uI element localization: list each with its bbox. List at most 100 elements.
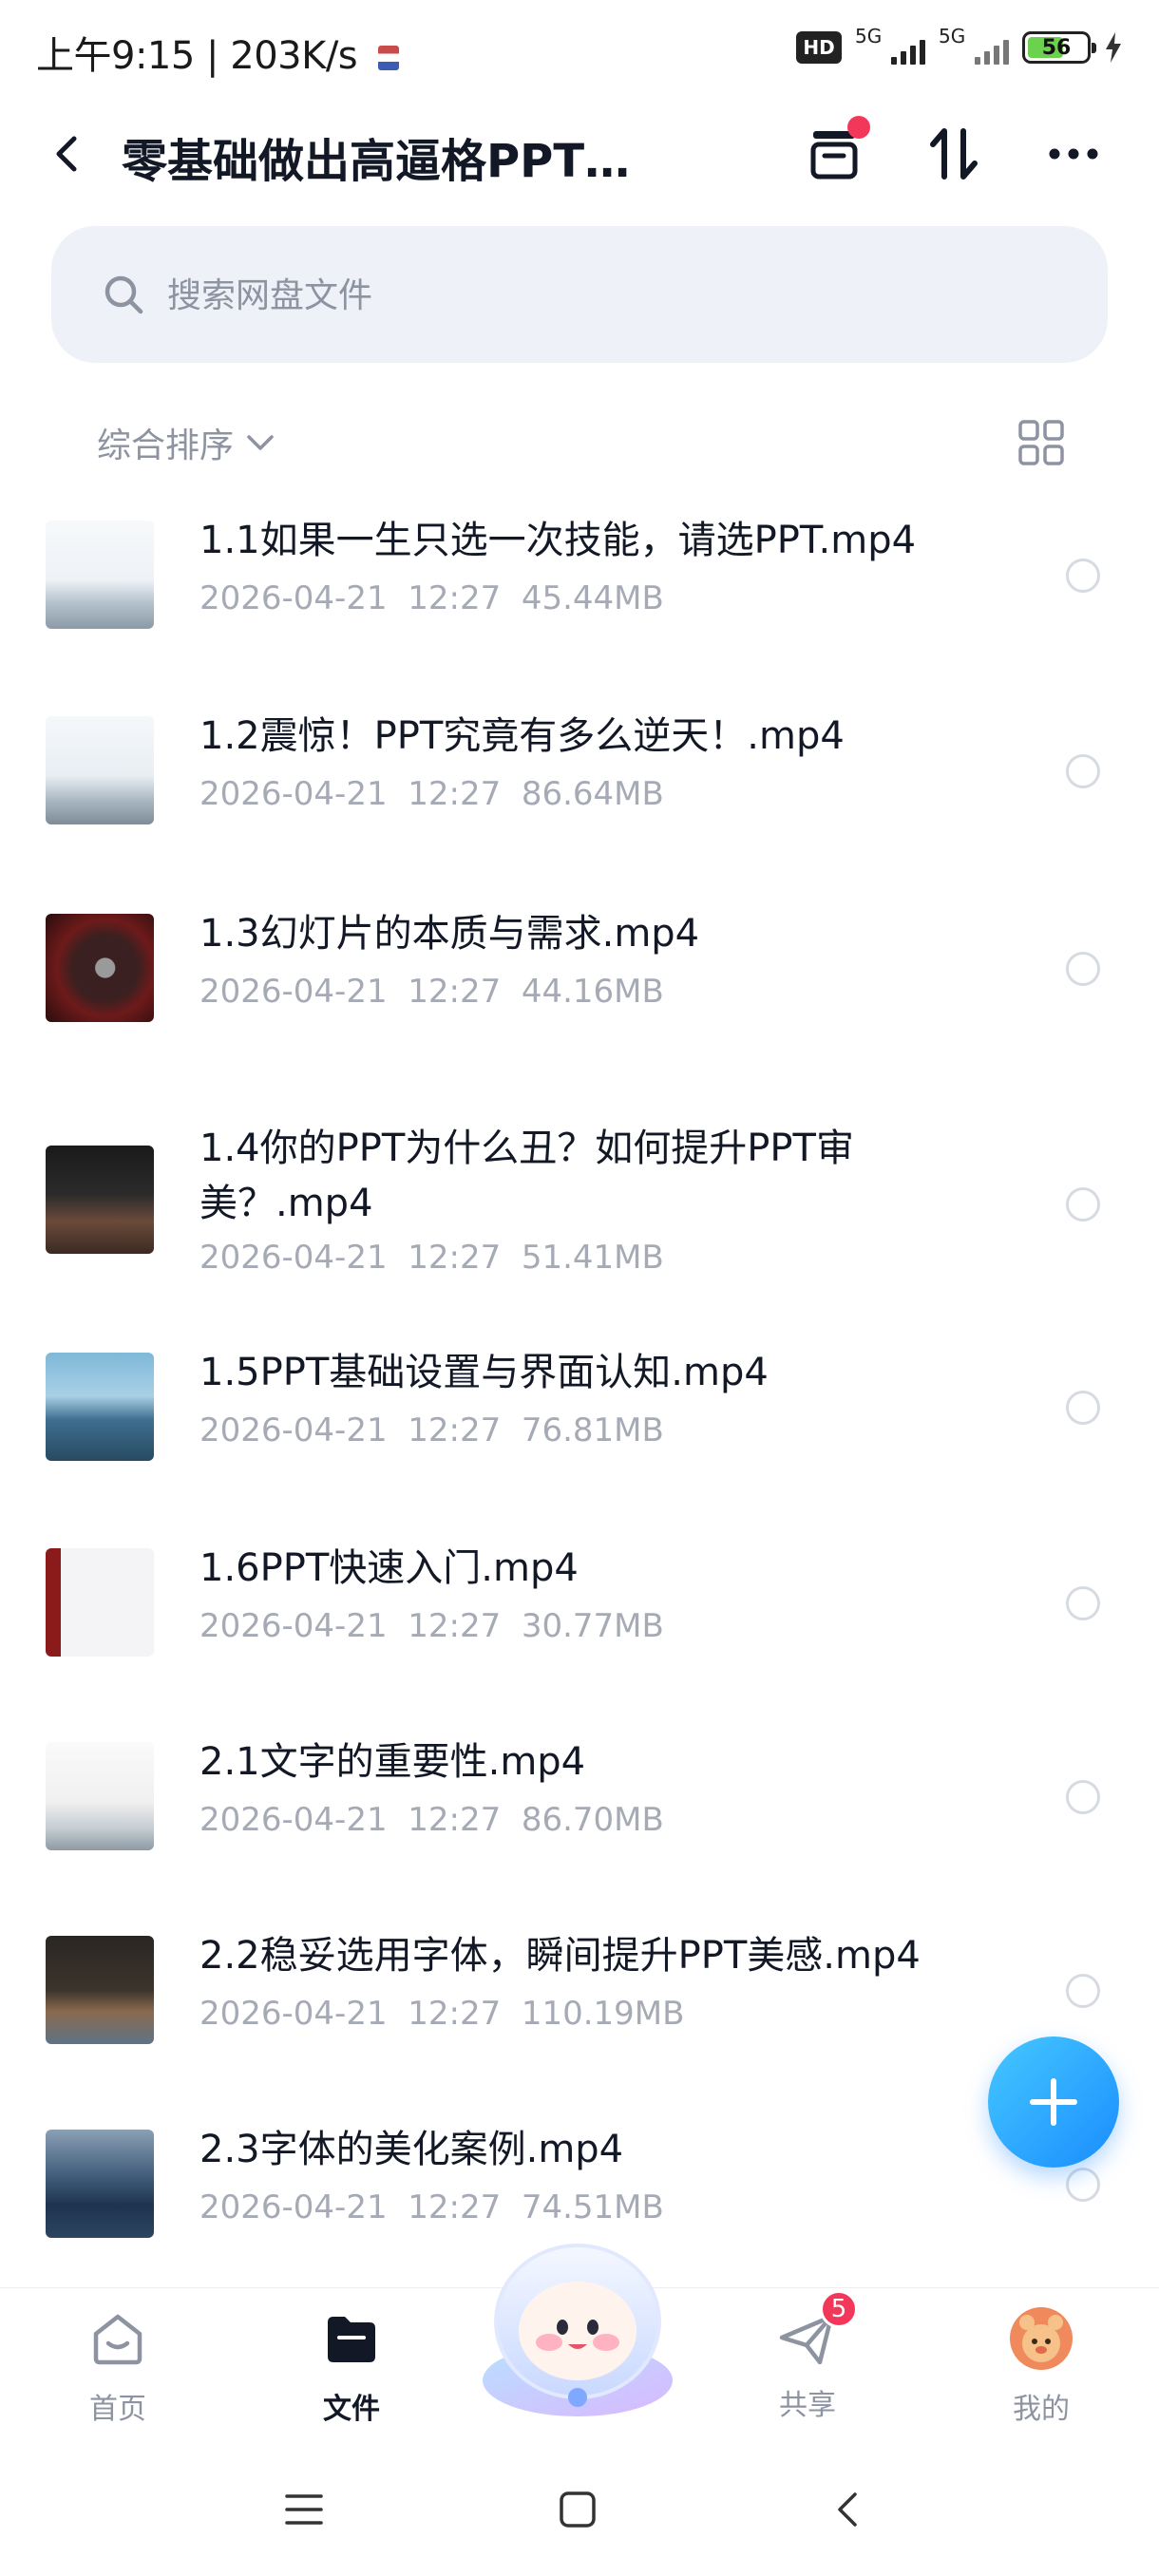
archive-button[interactable] bbox=[796, 116, 872, 192]
file-name: 1.5PPT基础设置与界面认知.mp4 bbox=[200, 1351, 769, 1394]
file-name: 2.2稳妥选用字体，瞬间提升PPT美感.mp4 bbox=[200, 1934, 921, 1978]
file-meta: 2026-04-21 12:27 86.70MB bbox=[200, 1801, 664, 1839]
file-time: 12:27 bbox=[408, 973, 502, 1011]
menu-button[interactable] bbox=[274, 2479, 334, 2540]
file-time: 12:27 bbox=[408, 579, 502, 617]
mascot-assistant-icon[interactable] bbox=[473, 2238, 682, 2418]
notification-dot bbox=[847, 116, 870, 139]
status-speed: 203K/s bbox=[230, 34, 358, 78]
status-time: 上午9:15 bbox=[36, 34, 195, 78]
network-type-label-2: 5G bbox=[939, 25, 966, 47]
file-date: 2026-04-21 bbox=[200, 1239, 388, 1277]
search-bar[interactable] bbox=[51, 226, 1108, 363]
sort-transfer-button[interactable] bbox=[916, 116, 992, 192]
file-size: 51.41MB bbox=[521, 1239, 664, 1277]
select-checkbox[interactable] bbox=[1066, 559, 1100, 593]
battery-level: 56 bbox=[1041, 35, 1072, 60]
flag-icon bbox=[378, 46, 400, 70]
file-meta: 2026-04-21 12:27 86.64MB bbox=[200, 775, 664, 813]
file-time: 12:27 bbox=[408, 1995, 502, 2033]
plus-icon bbox=[1030, 2078, 1077, 2126]
video-thumbnail bbox=[46, 1742, 154, 1850]
nav-home[interactable]: 首页 bbox=[42, 2305, 194, 2438]
file-name: 2.3字体的美化案例.mp4 bbox=[200, 2128, 624, 2171]
home-button[interactable] bbox=[547, 2479, 608, 2540]
file-date: 2026-04-21 bbox=[200, 973, 388, 1011]
share-badge: 5 bbox=[820, 2290, 858, 2328]
video-thumbnail bbox=[46, 716, 154, 824]
select-checkbox[interactable] bbox=[1066, 1780, 1100, 1814]
more-icon bbox=[1049, 148, 1098, 160]
swap-vertical-icon bbox=[930, 128, 978, 180]
file-size: 44.16MB bbox=[521, 973, 664, 1011]
hd-label: HD bbox=[803, 36, 835, 59]
file-size: 45.44MB bbox=[521, 579, 664, 617]
file-item[interactable]: 2.2稳妥选用字体，瞬间提升PPT美感.mp4 2026-04-21 12:27… bbox=[0, 1913, 1159, 2103]
select-checkbox[interactable] bbox=[1066, 1974, 1100, 2008]
battery-icon: 56 bbox=[1022, 31, 1096, 64]
file-item[interactable]: 1.3幻灯片的本质与需求.mp4 2026-04-21 12:27 44.16M… bbox=[0, 883, 1159, 1073]
file-meta: 2026-04-21 12:27 45.44MB bbox=[200, 579, 664, 617]
file-meta: 2026-04-21 12:27 30.77MB bbox=[200, 1607, 664, 1645]
sort-label: 综合排序 bbox=[97, 426, 235, 465]
file-date: 2026-04-21 bbox=[200, 1995, 388, 2033]
file-time: 12:27 bbox=[408, 1239, 502, 1277]
select-checkbox[interactable] bbox=[1066, 754, 1100, 788]
avatar bbox=[1010, 2307, 1073, 2370]
search-input[interactable] bbox=[165, 255, 1024, 336]
file-date: 2026-04-21 bbox=[200, 775, 388, 813]
network-type-label: 5G bbox=[855, 25, 883, 47]
file-size: 76.81MB bbox=[521, 1411, 664, 1449]
file-meta: 2026-04-21 12:27 76.81MB bbox=[200, 1411, 664, 1449]
video-thumbnail bbox=[46, 1548, 154, 1657]
file-time: 12:27 bbox=[408, 1801, 502, 1839]
select-checkbox[interactable] bbox=[1066, 1187, 1100, 1222]
nav-mine-label: 我的 bbox=[1013, 2393, 1070, 2426]
file-size: 86.70MB bbox=[521, 1801, 664, 1839]
nav-share[interactable]: 5 共享 bbox=[732, 2290, 884, 2438]
video-thumbnail bbox=[46, 2130, 154, 2238]
hd-icon: HD bbox=[796, 31, 842, 64]
select-checkbox[interactable] bbox=[1066, 1391, 1100, 1425]
status-left: 上午9:15 | 203K/s bbox=[36, 25, 400, 80]
file-name: 1.1如果一生只选一次技能，请选PPT.mp4 bbox=[200, 519, 917, 562]
folder-icon bbox=[328, 2317, 375, 2362]
file-name: 1.4你的PPT为什么丑？如何提升PPT审美？.mp4 bbox=[200, 1127, 854, 1225]
file-date: 2026-04-21 bbox=[200, 1801, 388, 1839]
file-time: 12:27 bbox=[408, 2188, 502, 2226]
file-item[interactable]: 1.5PPT基础设置与界面认知.mp4 2026-04-21 12:27 76.… bbox=[0, 1330, 1159, 1520]
video-thumbnail bbox=[46, 914, 154, 1022]
file-name: 1.3幻灯片的本质与需求.mp4 bbox=[200, 912, 700, 956]
file-name: 1.6PPT快速入门.mp4 bbox=[200, 1546, 579, 1590]
back-icon[interactable] bbox=[42, 127, 95, 180]
select-checkbox[interactable] bbox=[1066, 1586, 1100, 1620]
file-name: 2.1文字的重要性.mp4 bbox=[200, 1740, 586, 1784]
file-item[interactable]: 1.6PPT快速入门.mp4 2026-04-21 12:27 30.77MB bbox=[0, 1525, 1159, 1715]
add-button[interactable] bbox=[988, 2036, 1119, 2168]
charging-icon bbox=[1106, 32, 1121, 63]
search-icon bbox=[104, 275, 143, 314]
back-arrow-icon bbox=[838, 2492, 857, 2527]
system-nav-bar bbox=[0, 2443, 1159, 2576]
chevron-down-icon bbox=[247, 435, 274, 450]
system-back-button[interactable] bbox=[819, 2479, 880, 2540]
grid-view-icon[interactable] bbox=[1015, 416, 1068, 469]
select-checkbox[interactable] bbox=[1066, 952, 1100, 986]
file-meta: 2026-04-21 12:27 74.51MB bbox=[200, 2188, 664, 2226]
file-size: 30.77MB bbox=[521, 1607, 664, 1645]
nav-mine[interactable]: 我的 bbox=[965, 2305, 1117, 2438]
file-item[interactable]: 1.1如果一生只选一次技能，请选PPT.mp4 2026-04-21 12:27… bbox=[0, 494, 1159, 684]
nav-files-label: 文件 bbox=[323, 2393, 380, 2426]
nav-files[interactable]: 文件 bbox=[276, 2305, 428, 2438]
file-item[interactable]: 2.1文字的重要性.mp4 2026-04-21 12:27 86.70MB bbox=[0, 1719, 1159, 1909]
menu-icon bbox=[285, 2494, 323, 2525]
header: 零基础做出高逼格PPT，... bbox=[0, 104, 1159, 199]
select-checkbox[interactable] bbox=[1066, 2168, 1100, 2202]
sort-dropdown[interactable]: 综合排序 bbox=[97, 416, 277, 469]
file-item[interactable]: 1.4你的PPT为什么丑？如何提升PPT审美？.mp4 2026-04-21 1… bbox=[0, 1083, 1159, 1330]
file-size: 86.64MB bbox=[521, 775, 664, 813]
file-date: 2026-04-21 bbox=[200, 1411, 388, 1449]
file-item[interactable]: 1.2震惊！PPT究竟有多么逆天！.mp4 2026-04-21 12:27 8… bbox=[0, 690, 1159, 880]
more-button[interactable] bbox=[1036, 116, 1112, 192]
share-icon-wrap: 5 bbox=[774, 2290, 858, 2372]
